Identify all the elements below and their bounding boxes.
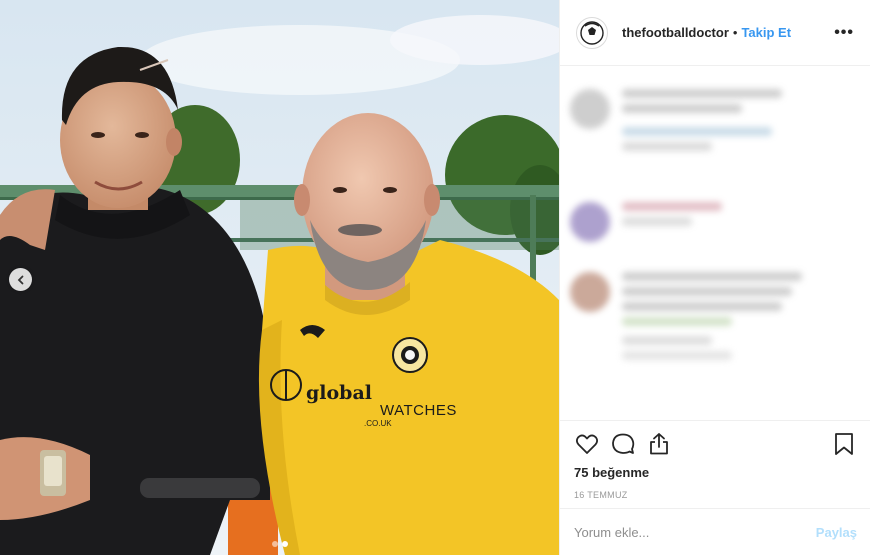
comments-list bbox=[560, 67, 870, 419]
post-image bbox=[0, 0, 559, 555]
post-photo[interactable]: global WATCHES .CO.UK bbox=[0, 0, 559, 555]
carousel-prev-button[interactable] bbox=[9, 268, 32, 291]
comment-form: Paylaş bbox=[560, 508, 870, 555]
shirt-sponsor-sub: .CO.UK bbox=[364, 419, 392, 428]
bookmark-icon[interactable] bbox=[831, 431, 857, 457]
football-logo-icon bbox=[580, 20, 604, 45]
chevron-left-icon bbox=[17, 275, 23, 284]
shirt-sponsor-logo: global bbox=[306, 384, 372, 403]
carousel-dot bbox=[271, 541, 278, 547]
username-link[interactable]: thefootballdoctor bbox=[622, 25, 729, 40]
shirt-sponsor-word: WATCHES bbox=[380, 402, 457, 419]
comment-item bbox=[570, 202, 722, 242]
post-date[interactable]: 16 TEMMUZ bbox=[574, 490, 857, 500]
post-comment-button[interactable]: Paylaş bbox=[816, 525, 857, 540]
carousel-indicator bbox=[271, 541, 288, 547]
share-icon[interactable] bbox=[646, 431, 672, 457]
post-sidebar: thefootballdoctor • Takip Et ••• 75 beğe… bbox=[559, 0, 870, 555]
comment-item bbox=[570, 89, 782, 157]
likes-count[interactable]: 75 beğenme bbox=[574, 465, 857, 480]
heart-icon[interactable] bbox=[574, 431, 600, 457]
avatar[interactable] bbox=[576, 16, 608, 49]
carousel-dot-active bbox=[281, 541, 288, 547]
post-header: thefootballdoctor • Takip Et ••• bbox=[560, 0, 870, 66]
post-actions: 75 beğenme 16 TEMMUZ bbox=[560, 420, 870, 500]
shirt-logo-text: global bbox=[306, 382, 372, 404]
comment-icon[interactable] bbox=[610, 431, 636, 457]
comment-input[interactable] bbox=[574, 524, 816, 540]
comment-item bbox=[570, 272, 802, 366]
follow-button[interactable]: Takip Et bbox=[741, 25, 791, 40]
header-separator: • bbox=[732, 25, 738, 40]
action-icons bbox=[574, 431, 857, 457]
more-options-icon[interactable]: ••• bbox=[834, 24, 854, 42]
